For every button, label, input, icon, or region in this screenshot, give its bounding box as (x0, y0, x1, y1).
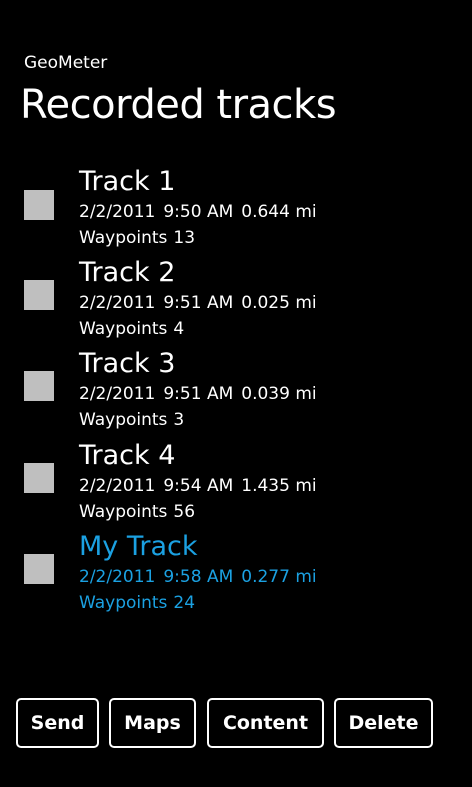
waypoints-count: 3 (173, 410, 185, 430)
track-checkbox[interactable] (24, 554, 54, 584)
content-button[interactable]: Content (207, 698, 324, 748)
track-meta: 2/2/2011 9:54 AM 1.435 mi (79, 475, 317, 497)
waypoints-count: 56 (173, 502, 196, 522)
track-name: My Track (79, 531, 198, 562)
track-time: 9:51 AM (163, 384, 234, 404)
track-time: 9:54 AM (163, 476, 234, 496)
track-distance: 0.039 mi (241, 384, 317, 404)
track-date: 2/2/2011 (79, 202, 156, 222)
waypoints-label: Waypoints (79, 410, 168, 430)
track-date: 2/2/2011 (79, 476, 156, 496)
track-date: 2/2/2011 (79, 293, 156, 313)
maps-button[interactable]: Maps (109, 698, 196, 748)
track-waypoints: Waypoints 3 (79, 409, 190, 431)
track-meta: 2/2/2011 9:51 AM 0.039 mi (79, 383, 317, 405)
track-time: 9:51 AM (163, 293, 234, 313)
track-item-3[interactable]: Track 3 2/2/2011 9:51 AM 0.039 mi Waypoint… (0, 348, 472, 438)
track-item-2[interactable]: Track 2 2/2/2011 9:51 AM 0.025 mi Waypoint… (0, 257, 472, 347)
waypoints-label: Waypoints (79, 319, 168, 339)
track-waypoints: Waypoints 56 (79, 501, 201, 523)
track-date: 2/2/2011 (79, 567, 156, 587)
track-meta: 2/2/2011 9:58 AM 0.277 mi (79, 566, 317, 588)
track-name: Track 4 (79, 440, 176, 471)
track-item-1[interactable]: Track 1 2/2/2011 9:50 AM 0.644 mi Waypoint… (0, 166, 472, 256)
track-date: 2/2/2011 (79, 384, 156, 404)
track-checkbox[interactable] (24, 280, 54, 310)
waypoints-count: 13 (173, 228, 196, 248)
waypoints-label: Waypoints (79, 593, 168, 613)
waypoints-count: 24 (173, 593, 196, 613)
track-item-4[interactable]: Track 4 2/2/2011 9:54 AM 1.435 mi Waypoint… (0, 440, 472, 530)
page-title: Recorded tracks (20, 82, 337, 128)
track-checkbox[interactable] (24, 463, 54, 493)
track-name: Track 3 (79, 348, 176, 379)
track-waypoints: Waypoints 13 (79, 227, 201, 249)
track-name: Track 1 (79, 166, 176, 197)
track-meta: 2/2/2011 9:51 AM 0.025 mi (79, 292, 317, 314)
track-checkbox[interactable] (24, 371, 54, 401)
track-name: Track 2 (79, 257, 176, 288)
track-waypoints: Waypoints 24 (79, 592, 201, 614)
waypoints-label: Waypoints (79, 502, 168, 522)
track-item-5[interactable]: My Track 2/2/2011 9:58 AM 0.277 mi Waypoin… (0, 531, 472, 621)
track-waypoints: Waypoints 4 (79, 318, 190, 340)
delete-button[interactable]: Delete (334, 698, 433, 748)
button-bar: Send Maps Content Delete (0, 698, 472, 750)
app-title: GeoMeter (24, 53, 108, 73)
track-distance: 1.435 mi (241, 476, 317, 496)
track-meta: 2/2/2011 9:50 AM 0.644 mi (79, 201, 317, 223)
track-distance: 0.277 mi (241, 567, 317, 587)
track-time: 9:58 AM (163, 567, 234, 587)
waypoints-count: 4 (173, 319, 185, 339)
track-distance: 0.644 mi (241, 202, 317, 222)
send-button[interactable]: Send (16, 698, 99, 748)
track-time: 9:50 AM (163, 202, 234, 222)
track-checkbox[interactable] (24, 190, 54, 220)
track-distance: 0.025 mi (241, 293, 317, 313)
waypoints-label: Waypoints (79, 228, 168, 248)
